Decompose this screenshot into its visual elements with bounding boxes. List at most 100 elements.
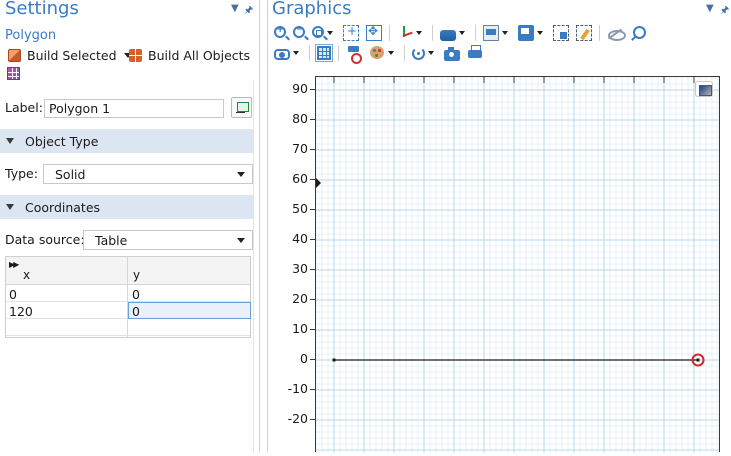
y-tick-label: 90 — [292, 81, 308, 96]
chevron-down-icon — [237, 172, 245, 177]
object-type-section[interactable]: Object Type — [0, 129, 258, 153]
grid-icon[interactable] — [315, 44, 333, 62]
y-tick-label: 30 — [292, 261, 308, 276]
render-mode-icon[interactable] — [483, 25, 499, 41]
y-tick-label: -20 — [287, 411, 308, 426]
y-tick-label: 60 — [292, 171, 308, 186]
form-union-icon[interactable] — [7, 67, 20, 80]
cell-x[interactable]: 120 — [9, 304, 33, 319]
y-tick-mark — [310, 359, 315, 360]
y-tick-mark — [310, 299, 315, 300]
object-type-heading: Object Type — [25, 133, 99, 149]
zoom-extents-icon[interactable] — [366, 24, 382, 41]
zoom-box-icon[interactable] — [312, 26, 324, 38]
y-tick-label: 0 — [300, 351, 308, 366]
y-tick-mark — [310, 269, 315, 270]
graphics-canvas[interactable] — [315, 76, 720, 453]
type-select[interactable]: Solid — [43, 164, 253, 184]
build-selected-button[interactable]: Build Selected — [8, 46, 132, 64]
chevron-down-icon[interactable] — [388, 51, 394, 55]
center-icon[interactable] — [343, 24, 359, 41]
polygon-vertex[interactable] — [696, 358, 700, 362]
color-icon[interactable] — [369, 45, 385, 61]
y-tick-mark — [310, 209, 315, 210]
y-tick-mark — [310, 119, 315, 120]
table-row[interactable]: 0 0 — [6, 285, 250, 302]
chevron-down-icon[interactable] — [537, 31, 543, 35]
view-icon[interactable] — [274, 48, 290, 60]
coordinates-heading: Coordinates — [25, 199, 101, 215]
hide-icon[interactable] — [607, 25, 626, 41]
scene-light-icon[interactable] — [440, 29, 456, 41]
zoom-in-icon[interactable] — [274, 24, 286, 38]
chevron-down-icon[interactable] — [502, 31, 508, 35]
panel-menu-icon[interactable]: ▼ — [706, 3, 714, 14]
graphics-title: Graphics — [272, 0, 352, 19]
y-tick-label: -10 — [287, 381, 308, 396]
panel-menu-icon[interactable]: ▼ — [231, 3, 239, 14]
label-caption: Label: — [5, 100, 43, 115]
collapse-icon — [6, 138, 14, 144]
y-tick-label: 10 — [292, 321, 308, 336]
cell-y[interactable]: 0 — [132, 304, 140, 319]
selected-cell[interactable] — [128, 302, 251, 319]
render-options-icon[interactable] — [518, 25, 534, 41]
y-tick-mark — [310, 239, 315, 240]
graphics-toolbar-row2 — [274, 44, 490, 64]
chevron-down-icon[interactable] — [293, 51, 299, 55]
panel-splitter[interactable] — [259, 0, 268, 452]
chevron-down-icon — [237, 238, 245, 243]
y-tick-label: 40 — [292, 231, 308, 246]
y-tick-label: 80 — [292, 111, 308, 126]
pin-icon[interactable]: 🖈 — [244, 3, 253, 20]
y-tick-mark — [310, 149, 315, 150]
pin-icon[interactable]: 🖈 — [720, 3, 729, 20]
y-tick-label: 20 — [292, 291, 308, 306]
y-tick-label: 50 — [292, 201, 308, 216]
data-source-caption: Data source: — [5, 232, 85, 247]
collapse-icon — [6, 204, 14, 210]
chevron-down-icon[interactable] — [459, 31, 465, 35]
y-tick-mark — [310, 389, 315, 390]
reset-view-icon[interactable] — [412, 46, 425, 60]
table-row[interactable]: 120 0 — [6, 302, 251, 319]
chevron-down-icon[interactable] — [416, 31, 422, 35]
cell-y[interactable]: 0 — [132, 287, 140, 302]
table-row-empty[interactable] — [6, 319, 250, 336]
find-icon[interactable] — [630, 25, 646, 41]
column-header-y[interactable]: y — [133, 268, 140, 282]
column-divider — [127, 257, 128, 337]
build-all-objects-button[interactable]: Build All Objects — [129, 46, 250, 64]
data-source-select[interactable]: Table — [83, 230, 253, 250]
build-selected-icon — [8, 48, 21, 62]
y-tick-mark — [310, 419, 315, 420]
y-tick-label: 70 — [292, 141, 308, 156]
coordinates-table: ▶▶ x y 0 0 120 0 — [5, 256, 251, 338]
view-cube-icon[interactable] — [695, 81, 713, 97]
axes-orientation-icon[interactable] — [397, 25, 413, 41]
geometry-plot[interactable] — [315, 77, 719, 453]
expand-columns-icon[interactable]: ▶▶ — [9, 260, 19, 269]
cell-x[interactable]: 0 — [9, 287, 17, 302]
clipping-icon[interactable] — [346, 45, 362, 64]
zoom-out-icon[interactable] — [293, 24, 305, 38]
clear-selection-icon[interactable] — [576, 25, 592, 41]
chevron-down-icon[interactable] — [327, 31, 333, 35]
camera-icon[interactable] — [444, 46, 460, 61]
polygon-vertex[interactable] — [332, 358, 336, 362]
y-tick-mark — [310, 329, 315, 330]
edit-label-icon[interactable] — [231, 97, 252, 118]
build-all-icon — [129, 48, 142, 62]
column-header-x[interactable]: x — [23, 268, 30, 282]
graphics-panel: Graphics ▼ 🖈 + − + ✥ 90 80 70 60 50 40 3… — [268, 0, 731, 453]
y-tick-mark — [310, 179, 315, 180]
build-selected-label: Build Selected — [27, 47, 117, 63]
print-icon[interactable] — [467, 45, 483, 61]
label-field[interactable]: Polygon 1 — [44, 99, 224, 118]
data-source-value: Table — [95, 233, 128, 248]
coordinates-section[interactable]: Coordinates — [0, 195, 258, 219]
chevron-down-icon[interactable] — [428, 51, 434, 55]
settings-panel: Settings ▼ 🖈 Polygon Build Selected Buil… — [0, 0, 259, 452]
y-tick-mark — [310, 89, 315, 90]
select-box-icon[interactable] — [553, 25, 569, 41]
